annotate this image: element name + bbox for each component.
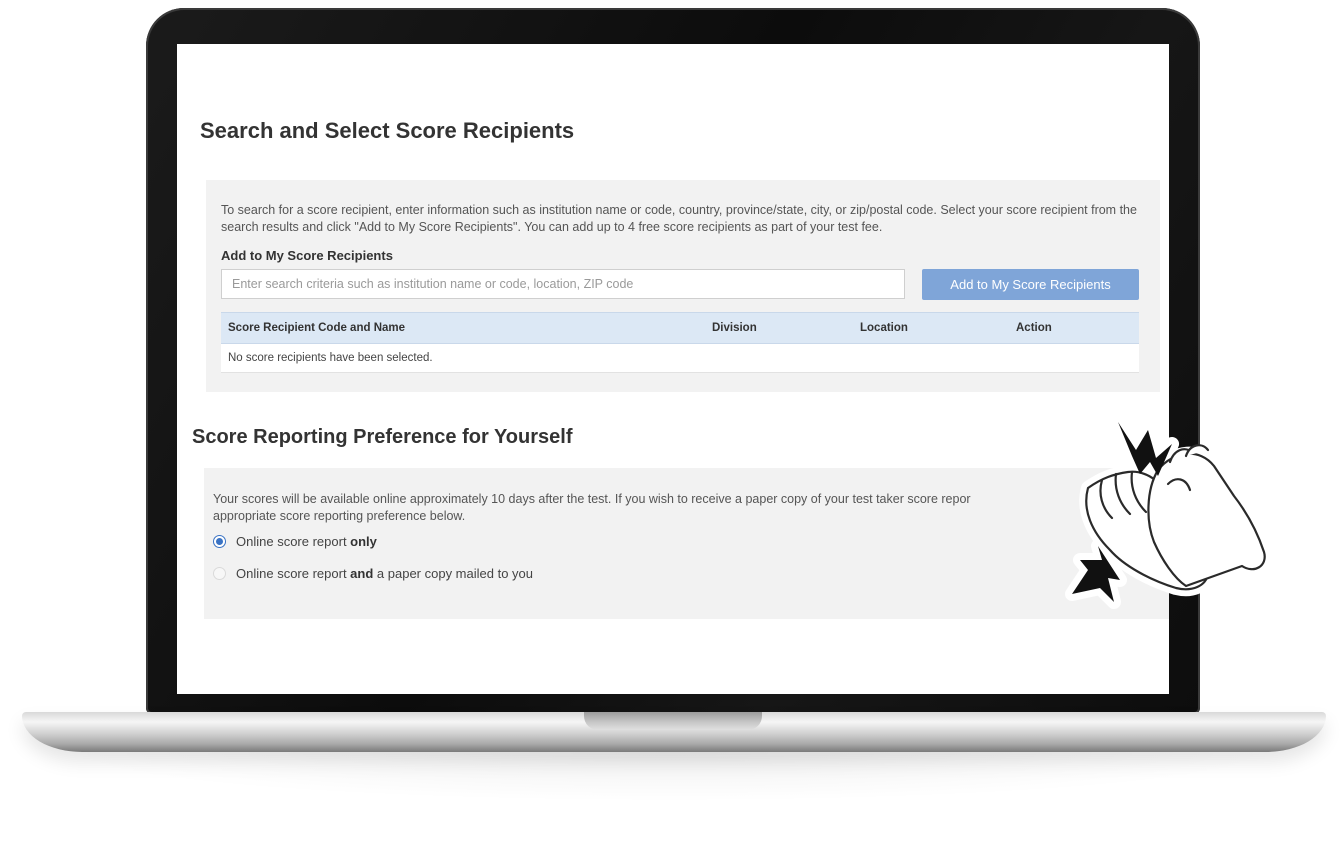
recipients-table: Score Recipient Code and Name Division L…	[221, 312, 1139, 373]
add-to-recipients-button[interactable]: Add to My Score Recipients	[922, 269, 1139, 300]
preference-instructions-line2: appropriate score reporting preference b…	[213, 509, 466, 523]
page-title: Search and Select Score Recipients	[200, 118, 575, 143]
option-online-only-label: Online score report only	[236, 534, 377, 549]
score-preference-panel: Your scores will be available online app…	[204, 468, 1169, 619]
radio-online-and-paper[interactable]	[213, 567, 226, 580]
column-header-division: Division	[705, 312, 853, 344]
laptop-shadow	[60, 752, 1280, 802]
option-online-and-paper[interactable]: Online score report and a paper copy mai…	[213, 566, 533, 581]
column-header-code-name: Score Recipient Code and Name	[221, 312, 705, 344]
laptop-hinge-notch	[584, 712, 762, 730]
option-online-only[interactable]: Online score report only	[213, 534, 377, 549]
preference-instructions-line1: Your scores will be available online app…	[213, 492, 971, 506]
preference-section-title: Score Reporting Preference for Yourself	[192, 426, 573, 448]
score-recipients-panel: To search for a score recipient, enter i…	[206, 180, 1160, 392]
search-instructions: To search for a score recipient, enter i…	[221, 203, 1137, 234]
option-label-text: Online score report	[236, 566, 351, 581]
column-header-location: Location	[853, 312, 1009, 344]
add-recipients-heading: Add to My Score Recipients	[221, 248, 393, 263]
column-header-action: Action	[1009, 312, 1139, 344]
table-row: No score recipients have been selected.	[221, 343, 1139, 373]
laptop-screen: Search and Select Score Recipients To se…	[177, 44, 1169, 694]
option-online-and-paper-label: Online score report and a paper copy mai…	[236, 566, 533, 581]
preference-instructions: Your scores will be available online app…	[213, 491, 1113, 525]
option-label-suffix: a paper copy mailed to you	[373, 566, 534, 581]
clapping-hands-icon	[1065, 415, 1272, 609]
table-header-row: Score Recipient Code and Name Division L…	[221, 312, 1139, 344]
option-label-text: Online score report	[236, 534, 351, 549]
option-label-emphasis: only	[350, 534, 377, 549]
recipient-search-input[interactable]	[221, 269, 905, 299]
radio-online-only[interactable]	[213, 535, 226, 548]
empty-table-message: No score recipients have been selected.	[221, 343, 1139, 373]
option-label-emphasis: and	[350, 566, 374, 581]
